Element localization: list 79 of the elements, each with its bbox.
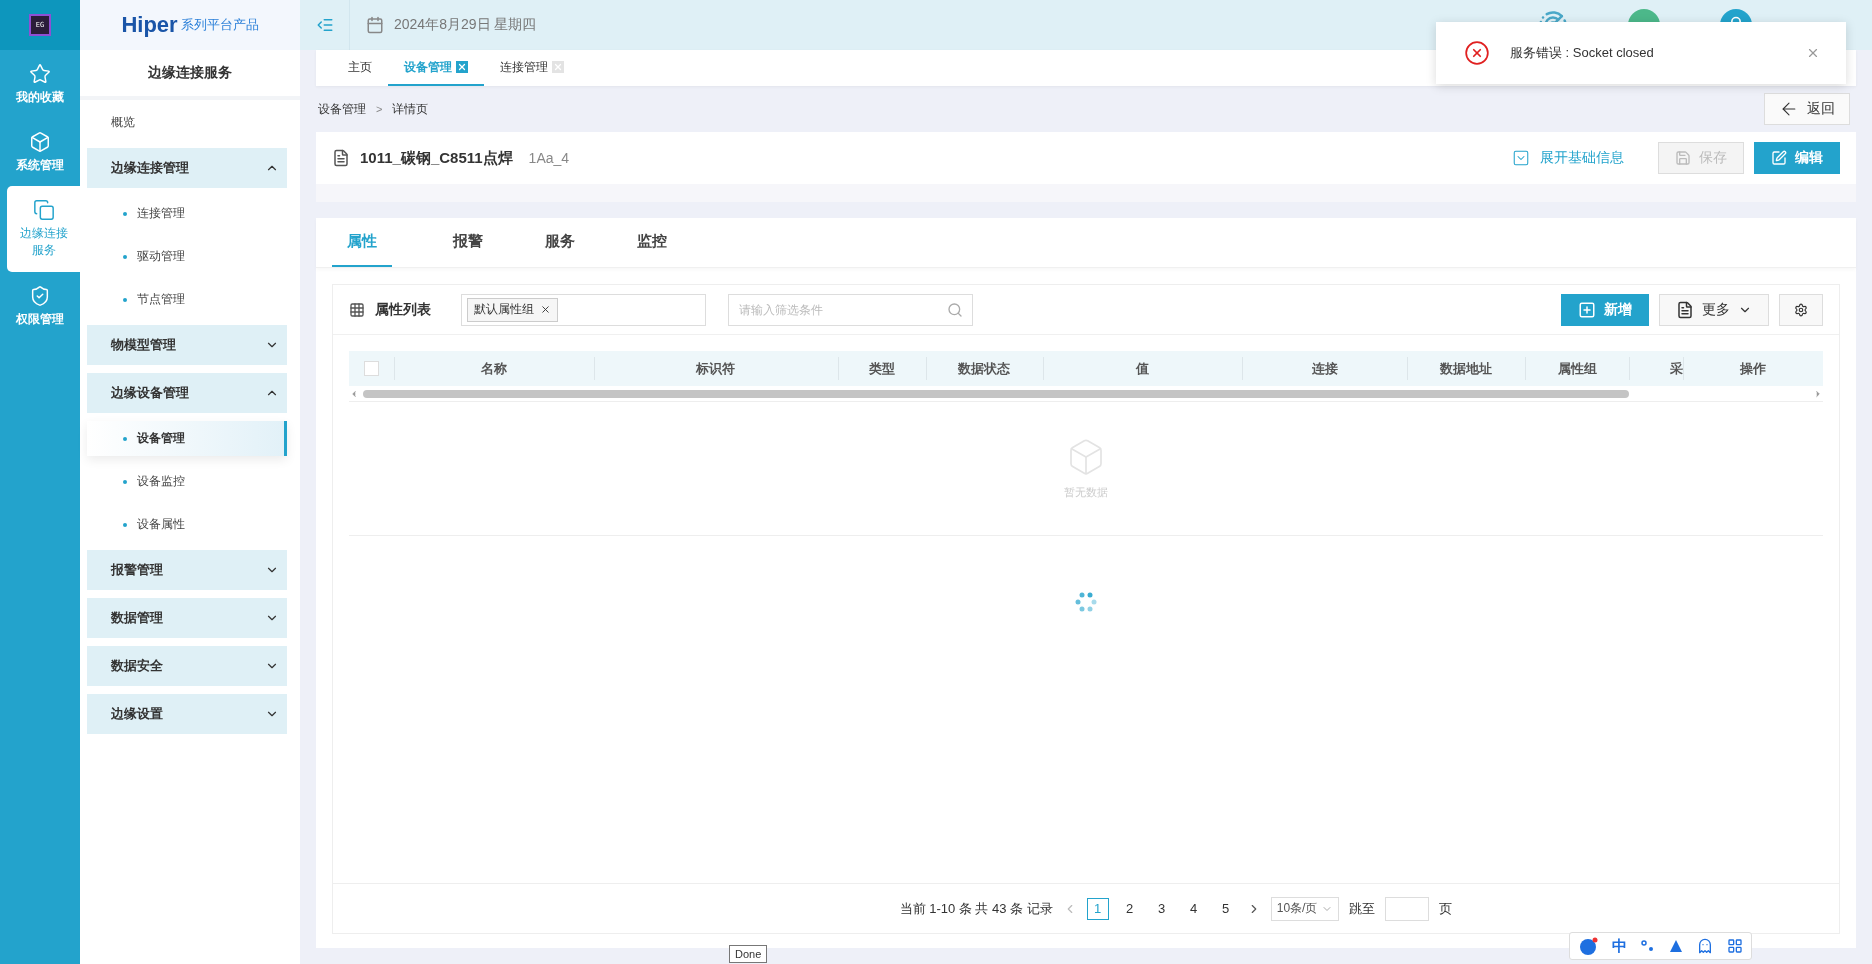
breadcrumb-item: 详情页 (392, 100, 429, 118)
sidebar-group[interactable]: 数据管理 (87, 598, 287, 638)
breadcrumb-separator: > (376, 103, 383, 115)
page-number[interactable]: 3 (1150, 897, 1173, 920)
sidebar-item[interactable]: 概览 (87, 104, 287, 140)
document-icon (1676, 300, 1694, 319)
column-header: 数据状态 (925, 351, 1043, 386)
loading-spinner (1074, 590, 1098, 614)
plus-icon (1578, 300, 1596, 319)
jump-field[interactable] (1385, 896, 1430, 921)
sidebar-group[interactable]: 报警管理 (87, 550, 287, 590)
sidebar-item[interactable]: 设备监控 (87, 464, 287, 499)
input-mode-text[interactable]: 中 (1612, 936, 1627, 956)
page-number[interactable]: 4 (1182, 897, 1205, 920)
sidebar-group[interactable]: 数据安全 (87, 646, 287, 686)
calendar-icon (366, 16, 384, 34)
brand-name: Hiper (121, 12, 178, 38)
detail-tab[interactable]: 监控 (606, 218, 698, 267)
sidebar-group[interactable]: 边缘设置 (87, 694, 287, 734)
breadcrumb-item[interactable]: 设备管理 (318, 100, 366, 118)
page-unit-label: 页 (1439, 899, 1453, 918)
squares-icon (32, 199, 55, 221)
table-icon (349, 301, 365, 318)
group-tag[interactable]: 默认属性组 (467, 297, 558, 322)
sidebar-item[interactable]: 节点管理 (87, 282, 287, 317)
page-number[interactable]: 2 (1118, 897, 1141, 920)
filter-field[interactable]: 请输入筛选条件 (728, 293, 973, 326)
close-icon[interactable] (540, 304, 551, 315)
detail-tab[interactable]: 报警 (422, 218, 514, 267)
column-header: 值 (1042, 351, 1243, 386)
scroll-right-icon[interactable] (1813, 388, 1823, 399)
page-size-select[interactable]: 10条/页 (1270, 896, 1340, 921)
sidebar-title: 边缘连接服务 (80, 50, 300, 100)
toast-message: 服务错误 : Socket closed (1510, 44, 1655, 62)
page-number[interactable]: 5 (1214, 897, 1237, 920)
group-select-field[interactable]: 默认属性组 (461, 293, 706, 326)
cube-icon (29, 130, 51, 153)
star-icon (29, 62, 51, 85)
page-tab[interactable]: 主页 (332, 50, 388, 86)
panel-title: 属性列表 (375, 300, 431, 319)
column-header: 数据地址 (1407, 351, 1526, 386)
chevron-down-icon (1512, 149, 1530, 167)
pagination-summary: 当前 1-10 条 共 43 条 记录 (899, 899, 1053, 918)
shield-icon (29, 284, 51, 307)
sidebar-group[interactable]: 边缘设备管理 (87, 373, 287, 413)
settings-button[interactable] (1779, 293, 1823, 326)
pencil-icon (1771, 150, 1787, 166)
device-title: 1011_碳钢_C8511点焊 (360, 148, 513, 168)
sidebar-item[interactable]: 驱动管理 (87, 239, 287, 274)
error-icon (1464, 40, 1490, 66)
more-button[interactable]: 更多 (1659, 293, 1769, 326)
back-button[interactable]: 返回 (1764, 93, 1850, 125)
sidebar-item[interactable]: 连接管理 (87, 196, 287, 231)
document-icon (332, 149, 350, 167)
date-text: 2024年8月29日 星期四 (394, 16, 537, 34)
grid-icon[interactable] (1727, 938, 1743, 954)
settings-icon (1794, 302, 1808, 317)
device-code: 1Aa_4 (528, 150, 570, 166)
ghost-icon[interactable] (1697, 938, 1713, 954)
sidebar-group[interactable]: 物模型管理 (87, 325, 287, 365)
tooltip: Done (729, 945, 768, 963)
column-header: 标识符 (593, 351, 838, 386)
column-header: 属性组 (1525, 351, 1630, 386)
select-all-checkbox[interactable] (364, 361, 379, 376)
column-header: 类型 (837, 351, 926, 386)
sidebar-item[interactable]: 设备管理 (87, 421, 287, 456)
menu-icon (315, 16, 334, 34)
jump-label: 跳至 (1349, 899, 1376, 918)
page-tab[interactable]: 连接管理 (484, 50, 580, 86)
sidebar-item[interactable]: 设备属性 (87, 507, 287, 542)
column-header: 名称 (393, 351, 594, 386)
column-header: 采 (1629, 351, 1684, 386)
brand-subtitle: 系列平台产品 (180, 16, 259, 34)
detail-tab[interactable]: 服务 (514, 218, 606, 267)
scroll-left-icon[interactable] (349, 388, 359, 399)
column-header: 连接 (1242, 351, 1408, 386)
search-icon (947, 301, 963, 318)
column-header: 操作 (1683, 351, 1823, 386)
sidebar-group[interactable]: 边缘连接管理 (87, 148, 287, 188)
